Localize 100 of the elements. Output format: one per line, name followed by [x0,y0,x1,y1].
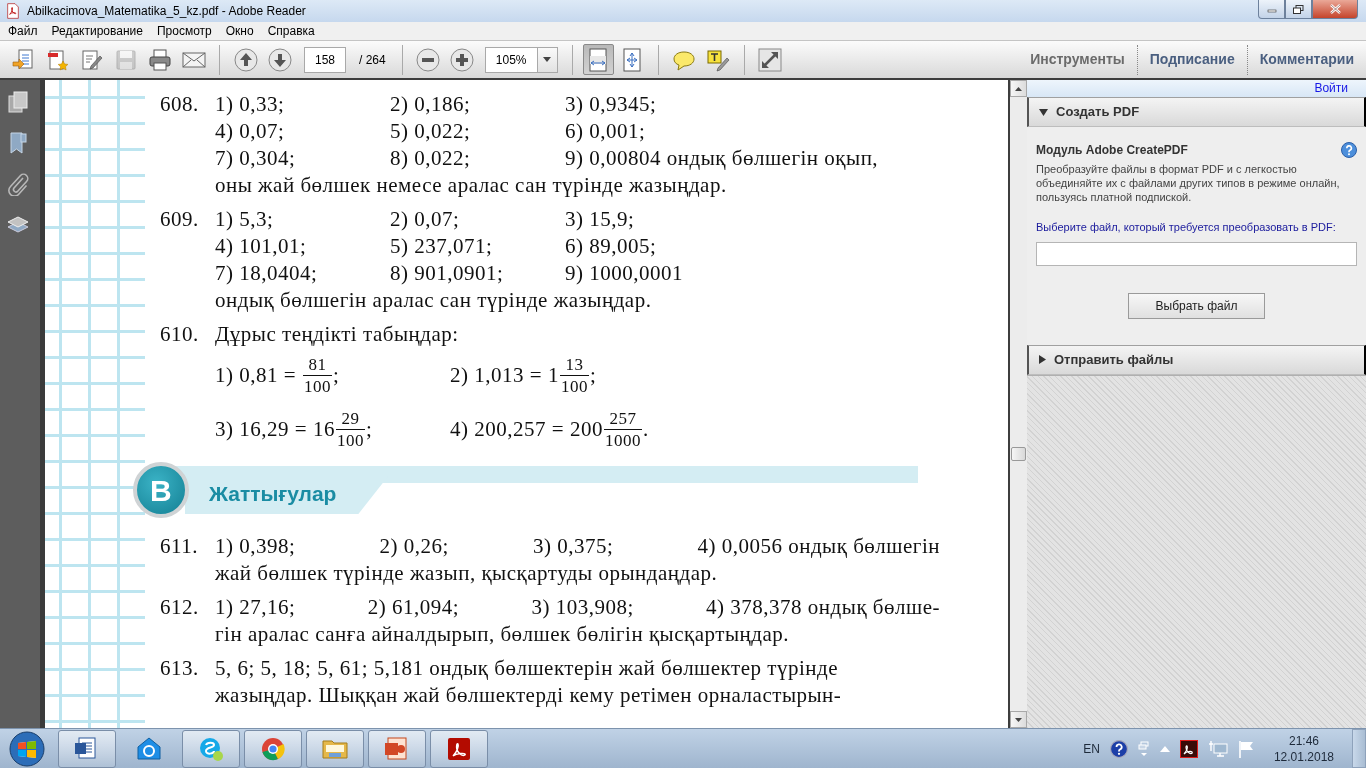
document-star-icon [45,47,70,72]
denominator: 100 [303,374,333,397]
exercise-item: 8) 901,0901; [390,260,505,287]
panel-header[interactable]: Отправить файлы [1027,344,1366,375]
panel-header[interactable]: Создать PDF [1027,97,1366,127]
menu-item[interactable]: Файл [1,22,45,40]
language-indicator[interactable]: EN [1083,739,1100,758]
clock-date[interactable]: 12.01.2018 [1273,748,1334,765]
exercise-item: 4) 378,378 ондық бөлше- [706,594,940,621]
denominator: 100 [560,374,590,397]
exercise-item: 1) 5,3; [215,206,275,233]
minus-icon [416,47,441,72]
skype-app-button[interactable] [182,729,240,768]
exercise-item: 3) 15,9; [565,206,636,233]
scroll-thumb[interactable] [1011,447,1026,461]
exercise-item: 2) 0,07; [390,206,461,233]
exercise-item: 7) 0,304; [215,145,297,172]
clock-time[interactable]: 21:46 [1288,732,1319,749]
zoom-dropdown-button[interactable] [536,46,558,73]
start-button[interactable] [6,729,48,768]
plus-icon [450,47,475,72]
exercise-number: 609. [160,206,200,233]
paperclip-icon [6,172,30,196]
panel-heading: Модуль Adobe CreatePDF [1036,142,1188,159]
menu-item[interactable]: Справка [260,22,322,40]
numerator: 81 [307,353,328,375]
presentation-app-button[interactable] [368,729,426,768]
exercise-item: 6) 89,005; [565,233,658,260]
chrome-app-button[interactable] [244,729,302,768]
restore-icon [1293,4,1304,14]
exercise-item: 4) 0,07; [215,118,286,145]
numerator: 13 [564,353,585,375]
exercise-text: оны жай бөлшек немесе аралас сан түрінде жазыңдар. [215,172,727,199]
exercise-item: 9) 1000,0001 [565,260,684,287]
denominator: 100 [336,428,366,451]
denominator: 1000 [604,428,643,451]
file-field[interactable] [1036,241,1357,266]
document-arrow-icon [11,47,36,72]
close-icon [1329,4,1341,14]
minimize-button[interactable] [1258,0,1285,19]
maximize-button[interactable] [1285,0,1312,19]
exercise-item: 5) 237,071; [390,233,494,260]
exercise-item: 5) 0,022; [390,118,472,145]
pane-tab[interactable]: Инструменты [1018,44,1137,75]
pane-tab[interactable]: Подписание [1136,44,1247,75]
exercise-item: 1) 27,16; [215,594,296,621]
pdf-file-icon [5,3,21,19]
switch-windows-icon[interactable] [1137,740,1150,757]
numerator: 257 [608,407,638,429]
scrollbar[interactable] [1010,80,1027,728]
pdf-tray-icon[interactable] [1179,739,1198,758]
explorer-app-button[interactable] [306,729,364,768]
word-app-button[interactable] [58,729,116,768]
exercise-item: 1) 0,33; [215,91,286,118]
menu-item[interactable]: Просмотр [149,22,219,40]
exercise-item: 6) 0,001; [565,118,647,145]
whole-part: 200 [570,415,604,443]
fit-width-button[interactable] [582,44,614,75]
exercise-text: Дұрыс теңдікті табыңдар: [215,321,459,348]
attachments-button[interactable] [6,172,30,196]
menu-item[interactable]: Окно [218,22,261,40]
page-number-field[interactable]: 158 [304,46,346,73]
exercise-number: 613. [160,655,200,682]
exercise-text: 5, 6; 5, 18; 5, 61; 5,181 ондық бөлшектерін жай бөлшектер түрінде [215,655,839,682]
punctuation: ; [333,361,340,389]
choose-file-button[interactable]: Выбрать файл [1128,292,1265,319]
exercise-number: 610. [160,321,200,348]
exercise-item: 3) 0,9345; [565,91,658,118]
equation-text: 4) 200,257 = [450,415,565,443]
exercise-item: 9) 0,00804 ондық бөлшегін оқып, [565,145,879,172]
whole-part: 1 [548,361,560,389]
expand-arrows-icon [758,47,783,72]
scroll-up-button[interactable] [1010,80,1027,97]
exercise-item: 2) 0,26; [379,533,449,560]
numerator: 29 [340,407,361,429]
zoom-field[interactable]: 105% [484,46,537,73]
exercise-item: 8) 0,022; [390,145,472,172]
pane-tab[interactable]: Комментарии [1246,44,1366,75]
whole-part: 16 [313,415,336,443]
menu-item[interactable]: Редактирование [44,22,150,40]
close-button[interactable] [1312,0,1358,19]
sign-in-link[interactable]: Войти [1027,80,1366,97]
exercise-item: 4) 101,01; [215,233,308,260]
exercise-text: ондық бөлшегін аралас сан түрінде жазыңдар. [215,287,652,314]
pages-icon [6,90,30,114]
panel-description: Преобразуйте файлы в формат PDF и с легкостью объединяйте их с файлами других типов в режиме онлайн, пользуясь платной подпиской. [1036,162,1341,204]
equation-text: 3) 16,29 = [215,415,308,443]
printer-icon [147,47,172,72]
caret-icon [543,57,552,62]
acrobat-app-button[interactable] [430,729,488,768]
exercise-item: 3) 103,908; [531,594,634,621]
exercise-item: 7) 18,0404; [215,260,319,287]
help-icon[interactable] [1109,739,1128,758]
exercise-text: жазыңдар. Шыққан жай бөлшектерді кему ретімен орналастырын- [215,682,842,709]
punctuation: ; [366,415,373,443]
scroll-down-button[interactable] [1010,711,1027,728]
pages-button[interactable] [6,90,30,114]
help-icon[interactable] [1341,142,1357,158]
down-caret-icon [1015,717,1022,722]
exercise-item: 2) 0,186; [390,91,472,118]
